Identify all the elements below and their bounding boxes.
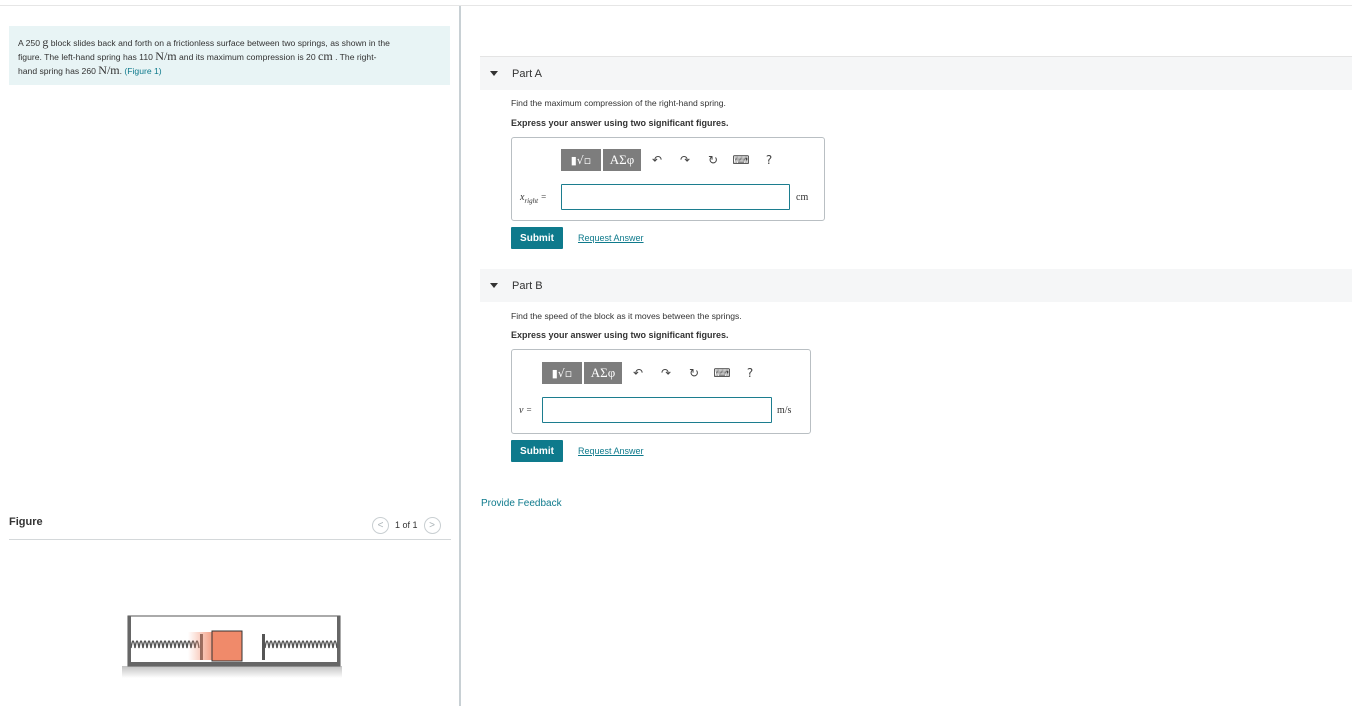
- problem-text: A 250: [18, 38, 40, 48]
- right-wall: [337, 616, 340, 666]
- spring-block-figure: [122, 615, 342, 678]
- problem-text: . The right-: [335, 52, 377, 62]
- problem-text: hand spring has 260: [18, 66, 96, 76]
- keyboard-icon[interactable]: ⌨: [727, 149, 755, 171]
- part-a-unit: cm: [796, 192, 809, 203]
- part-b-answer-box: ▮√▫ ΑΣφ ↶ ↷ ↻ ⌨ ? v = m/s: [511, 349, 811, 434]
- greek-icon: ΑΣφ: [590, 365, 616, 380]
- variable-subscript: right: [524, 197, 539, 205]
- part-b-toolbar: ▮√▫ ΑΣφ ↶ ↷ ↻ ⌨ ?: [542, 362, 764, 384]
- problem-text: and its maximum compression is 20: [179, 52, 316, 62]
- part-a-request-answer-link[interactable]: Request Answer: [578, 233, 644, 243]
- caret-down-icon: [490, 71, 498, 76]
- figure-pager: < 1 of 1 >: [372, 516, 441, 534]
- greek-symbols-button[interactable]: ΑΣφ: [584, 362, 622, 384]
- part-a-question: Find the maximum compression of the righ…: [511, 98, 726, 108]
- part-b-question: Find the speed of the block as it moves …: [511, 311, 742, 321]
- template-icon: ▮√▫: [551, 366, 573, 380]
- chevron-left-icon: <: [377, 519, 384, 531]
- part-a-answer-input[interactable]: [561, 184, 790, 210]
- problem-statement: A 250 g block slides back and forth on a…: [9, 26, 450, 85]
- length-unit: cm: [318, 49, 333, 63]
- part-b-answer-input[interactable]: [542, 397, 772, 423]
- part-a-header[interactable]: Part A: [480, 57, 1352, 90]
- figure-next-button[interactable]: >: [423, 516, 441, 534]
- keyboard-icon[interactable]: ⌨: [708, 362, 736, 384]
- undo-icon[interactable]: ↶: [624, 362, 652, 384]
- spring-constant-unit: N/m: [98, 63, 120, 77]
- greek-symbols-button[interactable]: ΑΣφ: [603, 149, 641, 171]
- chevron-right-icon: >: [429, 519, 435, 531]
- spring-constant-unit: N/m: [155, 49, 177, 63]
- part-a-label: Part A: [512, 67, 542, 80]
- caret-down-icon: [490, 283, 498, 288]
- figure-link[interactable]: (Figure 1): [124, 66, 161, 76]
- part-b-unit: m/s: [777, 405, 792, 416]
- part-b-instruction: Express your answer using two significan…: [511, 330, 729, 340]
- part-a-variable: xright =: [520, 192, 546, 205]
- variable-symbol: v: [519, 405, 524, 416]
- mass-unit: g: [42, 35, 49, 49]
- reset-icon[interactable]: ↻: [680, 362, 708, 384]
- help-icon[interactable]: ?: [755, 149, 783, 171]
- problem-line-1: A 250 g block slides back and forth on a…: [18, 36, 450, 50]
- reset-icon[interactable]: ↻: [699, 149, 727, 171]
- figure-page-count: 1 of 1: [395, 520, 418, 530]
- motion-blur: [188, 632, 212, 660]
- problem-text: figure. The left-hand spring has 110: [18, 52, 153, 62]
- templates-button[interactable]: ▮√▫: [542, 362, 582, 384]
- top-border: [0, 5, 1352, 6]
- redo-icon[interactable]: ↷: [671, 149, 699, 171]
- templates-button[interactable]: ▮√▫: [561, 149, 601, 171]
- provide-feedback-link[interactable]: Provide Feedback: [481, 498, 562, 509]
- floor: [128, 662, 340, 666]
- part-a-toolbar: ▮√▫ ΑΣφ ↶ ↷ ↻ ⌨ ?: [561, 149, 783, 171]
- problem-line-3: hand spring has 260 N/m. (Figure 1): [18, 64, 450, 78]
- figure-prev-button[interactable]: <: [372, 516, 389, 534]
- equals-sign: =: [541, 192, 547, 202]
- redo-icon[interactable]: ↷: [652, 362, 680, 384]
- part-a-instruction: Express your answer using two significan…: [511, 118, 729, 128]
- template-icon: ▮√▫: [570, 153, 592, 167]
- part-b-label: Part B: [512, 279, 543, 292]
- problem-text: block slides back and forth on a frictio…: [50, 38, 390, 48]
- block: [211, 630, 243, 662]
- part-b-header[interactable]: Part B: [480, 269, 1352, 302]
- help-icon[interactable]: ?: [736, 362, 764, 384]
- figure-title: Figure: [9, 516, 43, 528]
- greek-icon: ΑΣφ: [609, 152, 635, 167]
- problem-line-2: figure. The left-hand spring has 110 N/m…: [18, 50, 450, 64]
- figure-divider: [9, 539, 451, 540]
- equals-sign: =: [526, 405, 532, 415]
- part-b-variable: v =: [519, 405, 532, 416]
- part-a-submit-button[interactable]: Submit: [511, 227, 563, 249]
- left-wall: [128, 616, 131, 666]
- pane-divider[interactable]: [459, 6, 461, 706]
- undo-icon[interactable]: ↶: [643, 149, 671, 171]
- problem-text: .: [119, 66, 123, 76]
- part-b-submit-button[interactable]: Submit: [511, 440, 563, 462]
- part-a-answer-box: ▮√▫ ΑΣφ ↶ ↷ ↻ ⌨ ? xright = cm: [511, 137, 825, 221]
- part-b-request-answer-link[interactable]: Request Answer: [578, 446, 644, 456]
- floor-shadow: [122, 666, 342, 678]
